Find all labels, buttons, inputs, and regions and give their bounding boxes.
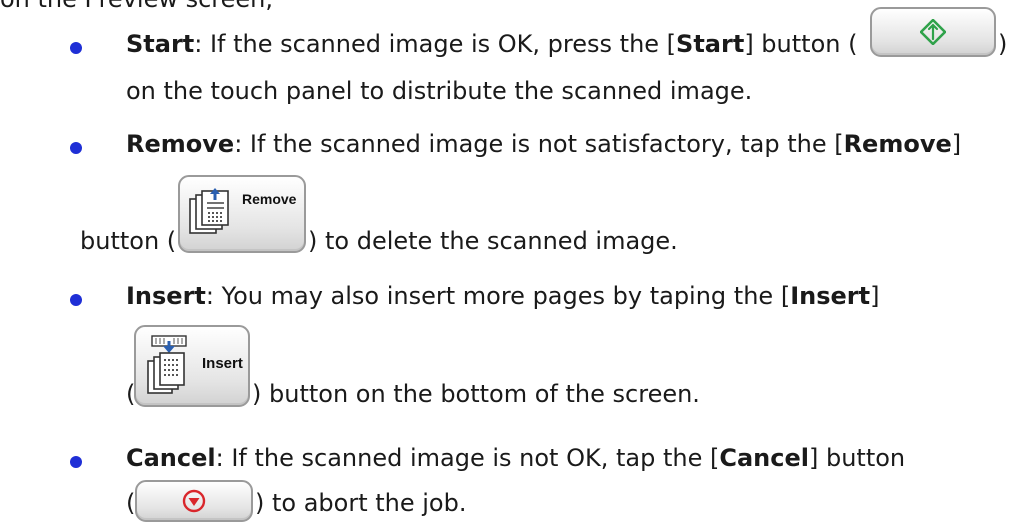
intro-text: on the Preview screen, [0,0,273,13]
cancel-desc: : If the scanned image is not OK, tap th… [215,444,720,472]
start-button-ref: ] button ( [744,30,858,58]
insert-desc: : You may also insert more pages by tapi… [205,282,791,310]
insert-button-label: Insert [202,355,243,372]
start-desc: : If the scanned image is OK, press the … [194,30,677,58]
insert-bracket-close: ] [870,282,880,310]
cancel-button-ref: ] button [808,444,906,472]
cancel-line-2-pre: ( [126,489,136,517]
remove-bracket-close: ] [951,130,962,158]
cancel-button-image [135,480,253,522]
start-line-2: on the touch panel to distribute the sca… [126,77,753,105]
start-line-1: Start: If the scanned image is OK, press… [126,30,857,58]
insert-pages-icon [147,335,187,394]
remove-line-1: Remove: If the scanned image is not sati… [126,130,961,158]
start-term-bracket: Start [676,30,745,58]
start-close-paren: ) [998,30,1008,58]
start-button-image [870,7,996,57]
cancel-term: Cancel [126,444,216,472]
cancel-term-bracket: Cancel [719,444,809,472]
remove-button-label: Remove [242,191,297,207]
insert-button-image: Insert [134,325,250,407]
insert-term: Insert [126,282,206,310]
remove-button-image: Remove [178,175,306,253]
cancel-stop-icon [182,489,206,513]
remove-term-bracket: Remove [843,130,952,158]
start-diamond-icon [920,19,946,45]
bullet-insert [70,294,82,306]
bullet-remove [70,142,82,154]
insert-line-2-post: ) button on the bottom of the screen. [252,380,700,408]
remove-term: Remove [126,130,235,158]
insert-line-1: Insert: You may also insert more pages b… [126,282,879,310]
remove-desc: : If the scanned image is not satisfacto… [234,130,844,158]
bullet-start [70,42,82,54]
insert-term-bracket: Insert [790,282,871,310]
bullet-cancel [70,456,82,468]
remove-line-2-pre: button ( [80,227,177,255]
remove-pages-icon [189,188,229,234]
start-term: Start [126,30,195,58]
cancel-line-1: Cancel: If the scanned image is not OK, … [126,444,905,472]
cancel-line-2-post: ) to abort the job. [255,489,467,517]
remove-line-2-post: ) to delete the scanned image. [308,227,678,255]
